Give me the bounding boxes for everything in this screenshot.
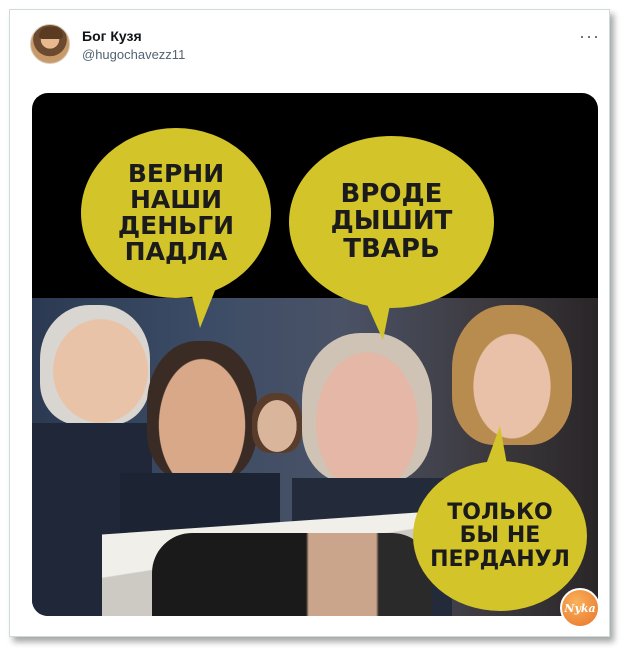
speech-bubble-1: ВЕРНИ НАШИ ДЕНЬГИ ПАДЛА [81,128,271,298]
speech-bubble-3-text: ТОЛЬКО БЫ НЕ ПЕРДАНУЛ [430,500,570,572]
person-left-head [40,305,150,425]
lying-figure [152,533,432,616]
person-third-head [302,333,432,483]
watermark-logo: Nyka [560,588,600,628]
person-background-head [252,393,302,453]
speech-bubble-2-text: ВРОДЕ ДЫШИТ ТВАРЬ [330,179,453,264]
tweet-media-image[interactable]: ВЕРНИ НАШИ ДЕНЬГИ ПАДЛА ВРОДЕ ДЫШИТ ТВАР… [32,93,598,616]
speech-bubble-1-tail [190,288,216,328]
person-right-head [452,305,572,445]
author-handle[interactable]: @hugochavezz11 [82,47,185,62]
speech-bubble-2: ВРОДЕ ДЫШИТ ТВАРЬ [289,136,494,308]
avatar[interactable] [30,24,70,64]
person-second-head [147,341,257,481]
tweet-card: Бог Кузя @hugochavezz11 ··· ВЕРНИ НАШИ Д… [9,9,610,637]
tweet-header: Бог Кузя @hugochavezz11 ··· [30,24,600,72]
watermark-label: Nyka [564,601,596,615]
author-name[interactable]: Бог Кузя [82,28,142,44]
speech-bubble-3: ТОЛЬКО БЫ НЕ ПЕРДАНУЛ [413,461,587,611]
speech-bubble-2-tail [365,300,391,340]
speech-bubble-1-text: ВЕРНИ НАШИ ДЕНЬГИ ПАДЛА [117,158,235,267]
more-horizontal-icon[interactable]: ··· [579,26,600,47]
